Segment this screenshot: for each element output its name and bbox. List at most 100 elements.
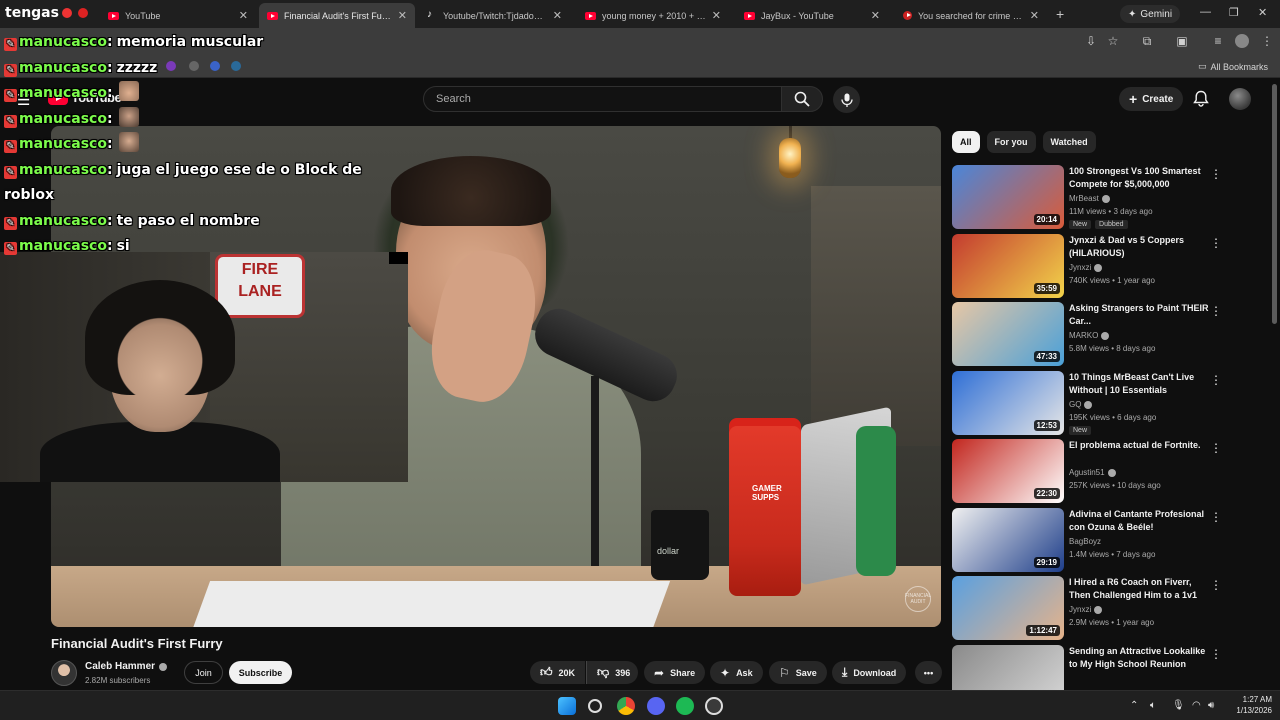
channel-avatar[interactable] <box>51 660 77 686</box>
chip-all[interactable]: All <box>952 131 980 153</box>
search-button[interactable] <box>781 86 823 112</box>
recommendation-channel[interactable]: Agustin51 <box>1069 468 1105 477</box>
recommendation-title[interactable]: Jynxzi & Dad vs 5 Coppers (HILARIOUS) <box>1069 234 1209 260</box>
more-options-icon[interactable]: ⋮ <box>1210 441 1222 455</box>
voice-search-button[interactable] <box>833 86 860 113</box>
page-scrollbar[interactable] <box>1272 84 1277 324</box>
search-input[interactable]: Search <box>423 86 782 112</box>
recommendation-title[interactable]: I Hired a R6 Coach on Fiverr, Then Chall… <box>1069 576 1209 602</box>
more-options-icon[interactable]: ⋮ <box>1210 373 1222 387</box>
video-thumbnail[interactable]: 1:12:47 <box>952 576 1064 640</box>
notifications-bell-icon[interactable] <box>1193 90 1209 107</box>
channel-name[interactable]: Caleb Hammer <box>85 661 155 672</box>
profile-icon[interactable] <box>1235 34 1249 48</box>
recommendation-item[interactable]: 1:12:47 I Hired a R6 Coach on Fiverr, The… <box>952 576 1232 640</box>
download-button[interactable]: ⤓ Download <box>832 661 907 684</box>
recommendation-channel[interactable]: MARKO <box>1069 331 1098 340</box>
install-app-icon[interactable]: ⇩ <box>1084 34 1098 48</box>
recommendation-channel[interactable]: Jynxzi <box>1069 605 1091 614</box>
tab-young-money[interactable]: young money + 2010 + drake ✕ <box>577 3 729 28</box>
chrome-icon[interactable] <box>617 697 635 715</box>
windows-start-icon[interactable] <box>558 697 576 715</box>
recommendation-channel-row[interactable]: Agustin51 <box>1069 468 1209 477</box>
create-button[interactable]: + Create <box>1119 87 1184 111</box>
spotify-icon[interactable] <box>676 697 694 715</box>
recommendation-channel[interactable]: Jynxzi <box>1069 263 1091 272</box>
close-tab-icon[interactable]: ✕ <box>1030 9 1039 22</box>
video-thumbnail[interactable]: 12:53 <box>952 371 1064 435</box>
ask-button[interactable]: ✦ Ask <box>710 661 763 684</box>
dislike-button[interactable]: 👎︎ 396 <box>586 661 638 684</box>
join-button[interactable]: Join <box>184 661 223 684</box>
subscribe-button[interactable]: Subscribe <box>229 661 292 684</box>
save-button[interactable]: ⚐ Save <box>769 661 827 684</box>
video-thumbnail[interactable]: 22:30 <box>952 439 1064 503</box>
more-options-icon[interactable]: ⋮ <box>1210 236 1222 250</box>
recommendation-channel-row[interactable]: MrBeast <box>1069 194 1209 203</box>
recommendation-item[interactable]: 35:59 Jynxzi & Dad vs 5 Coppers (HILARIOU… <box>952 234 1232 298</box>
more-options-icon[interactable]: ⋮ <box>1210 647 1222 661</box>
recommendation-channel-row[interactable]: Jynxzi <box>1069 263 1209 272</box>
reading-list-icon[interactable]: ≡ <box>1211 34 1225 48</box>
restore-icon[interactable]: ❐ <box>1229 6 1239 19</box>
video-thumbnail[interactable]: 29:19 <box>952 508 1064 572</box>
tab-youtube[interactable]: YouTube ✕ <box>100 3 256 28</box>
recommendation-channel[interactable]: BagBoyz <box>1069 537 1101 546</box>
close-tab-icon[interactable]: ✕ <box>398 9 407 22</box>
video-thumbnail[interactable]: 47:33 <box>952 302 1064 366</box>
chip-watched[interactable]: Watched <box>1042 131 1096 153</box>
close-window-icon[interactable]: ✕ <box>1258 6 1267 19</box>
search-taskbar-icon[interactable] <box>588 699 602 713</box>
more-actions-button[interactable]: ••• <box>915 661 942 684</box>
recommendation-channel-row[interactable]: BagBoyz <box>1069 537 1209 546</box>
recommendation-channel[interactable]: MrBeast <box>1069 194 1099 203</box>
more-options-icon[interactable]: ⋮ <box>1210 304 1222 318</box>
recommendation-channel-row[interactable]: Jynxzi <box>1069 605 1209 614</box>
close-tab-icon[interactable]: ✕ <box>871 9 880 22</box>
recommendation-channel[interactable]: GQ <box>1069 400 1081 409</box>
extensions-icon[interactable]: ⧉ <box>1140 34 1154 48</box>
obs-icon[interactable] <box>705 697 723 715</box>
more-options-icon[interactable]: ⋮ <box>1210 167 1222 181</box>
video-thumbnail[interactable]: 20:14 <box>952 165 1064 229</box>
more-options-icon[interactable]: ⋮ <box>1210 510 1222 524</box>
more-options-icon[interactable]: ⋮ <box>1210 578 1222 592</box>
recommendation-item[interactable]: 12:53 10 Things MrBeast Can't Live Withou… <box>952 371 1232 435</box>
recommendation-item[interactable]: 29:19 Adivina el Cantante Profesional con… <box>952 508 1232 572</box>
tray-overflow-icon[interactable]: ⌃ <box>1130 700 1138 711</box>
close-tab-icon[interactable]: ✕ <box>239 9 248 22</box>
recommendation-item[interactable]: 22:30 El problema actual de Fortnite. Agus… <box>952 439 1232 503</box>
tab-crime-search[interactable]: You searched for crime detecti… ✕ <box>895 3 1047 28</box>
video-thumbnail[interactable]: 35:59 <box>952 234 1064 298</box>
channel-name-row[interactable]: Caleb Hammer <box>85 661 168 672</box>
volume-icon[interactable]: 🔈︎ <box>1150 700 1156 711</box>
tab-search-icon[interactable] <box>78 8 88 18</box>
split-view-icon[interactable]: ▣ <box>1175 34 1189 48</box>
new-tab-icon[interactable]: + <box>1056 6 1064 22</box>
discord-icon[interactable] <box>647 697 665 715</box>
recommendation-item[interactable]: 47:33 Asking Strangers to Paint THEIR Car… <box>952 302 1232 366</box>
recommendation-channel-row[interactable]: GQ <box>1069 400 1209 409</box>
recommendation-item[interactable]: 20:14 100 Strongest Vs 100 Smartest Compe… <box>952 165 1232 229</box>
wifi-icon[interactable]: ◠ <box>1192 700 1201 711</box>
recommendation-channel-row[interactable]: MARKO <box>1069 331 1209 340</box>
recommendation-title[interactable]: 100 Strongest Vs 100 Smartest Compete fo… <box>1069 165 1209 191</box>
recommendation-title[interactable]: Asking Strangers to Paint THEIR Car... <box>1069 302 1209 328</box>
close-tab-icon[interactable]: ✕ <box>553 9 562 22</box>
bookmark-star-icon[interactable]: ☆ <box>1106 34 1120 48</box>
recommendation-title[interactable]: El problema actual de Fortnite. <box>1069 439 1209 452</box>
recommendation-title[interactable]: Sending an Attractive Lookalike to My Hi… <box>1069 645 1209 671</box>
account-avatar[interactable] <box>1229 88 1251 110</box>
tab-financial-audit[interactable]: Financial Audit's First Furry - YouTube … <box>259 3 415 28</box>
more-menu-icon[interactable]: ⋮ <box>1260 34 1274 48</box>
close-tab-icon[interactable]: ✕ <box>712 9 721 22</box>
chip-for-you[interactable]: For you <box>986 131 1036 153</box>
tab-tiktok[interactable]: Youtube/Twitch:Tjdadonlivett l… ✕ <box>418 3 570 28</box>
gemini-button[interactable]: ✦ Gemini <box>1120 5 1181 23</box>
system-clock[interactable]: 1:27 AM 1/13/2026 <box>1228 694 1272 716</box>
speaker-icon[interactable]: 🔊︎ <box>1208 700 1214 711</box>
tab-jaybux[interactable]: JayBux - YouTube ✕ <box>736 3 888 28</box>
recommendation-title[interactable]: 10 Things MrBeast Can't Live Without | 1… <box>1069 371 1209 397</box>
like-button[interactable]: 👍︎ 20K <box>530 661 585 684</box>
microphone-tray-icon[interactable]: 🎙︎ <box>1172 700 1185 711</box>
